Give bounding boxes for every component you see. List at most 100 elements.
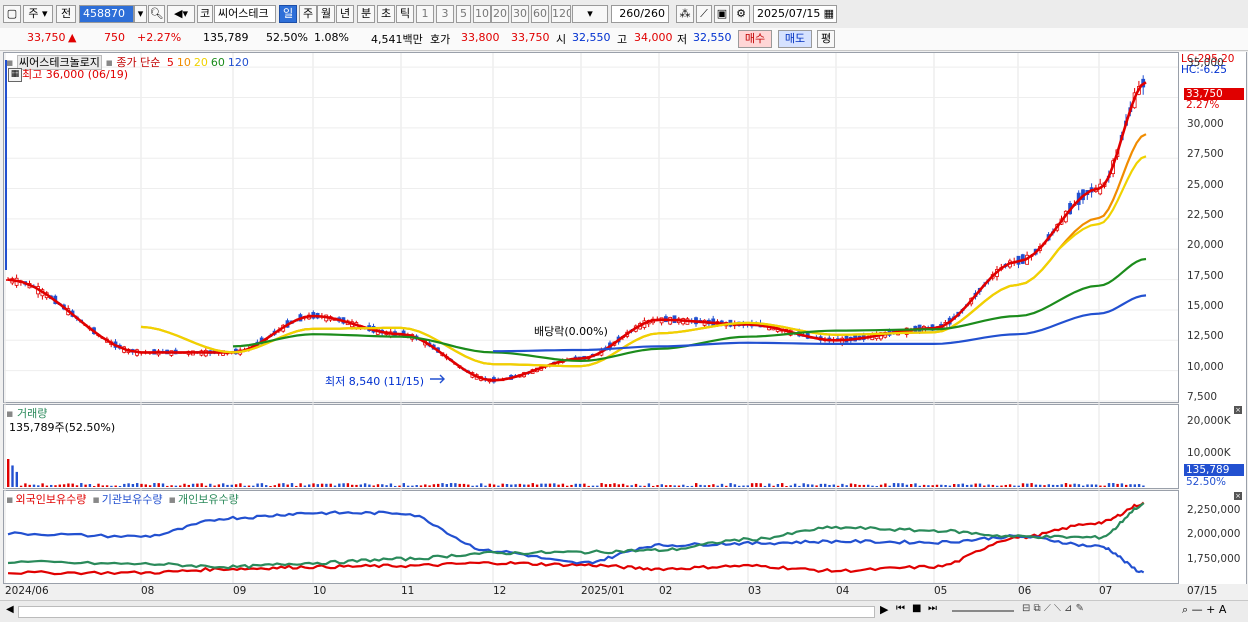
close-icon[interactable]: × [1234, 492, 1242, 500]
holding-y-label: 2,000,000 [1187, 528, 1241, 540]
volume-bar [475, 485, 479, 487]
volume-bar [733, 484, 737, 487]
volume-bar [376, 484, 380, 487]
volume-bar [785, 485, 788, 487]
scroll-right-icon[interactable]: ▶ [880, 603, 888, 616]
volume-bar [634, 483, 638, 487]
dividend-marker-label: 배당락(0.00%) [534, 325, 608, 338]
volume-y-label: 10,000K [1187, 447, 1231, 459]
volume-bar [630, 485, 633, 487]
volume-bar [690, 485, 694, 487]
ma-legend-item[interactable]: 120 [228, 56, 249, 69]
horizontal-scrollbar[interactable] [18, 606, 875, 618]
volume-bar [1000, 485, 1003, 487]
volume-bar [527, 484, 530, 487]
volume-bar [174, 485, 178, 487]
volume-bar [351, 484, 354, 487]
rewind-icon[interactable]: ⏮ [896, 603, 905, 614]
volume-bar [320, 483, 324, 487]
volume-bar [750, 483, 754, 487]
stop-icon[interactable]: ■ [912, 603, 921, 614]
zoom-icon[interactable]: ⌕ — + A [1182, 603, 1226, 617]
volume-bar [845, 485, 848, 487]
volume-bar [488, 483, 491, 487]
volume-bar [905, 484, 909, 487]
volume-bar [535, 484, 539, 487]
volume-current-tag: 135,789 [1184, 464, 1244, 476]
price-y-label: 25,000 [1187, 178, 1224, 191]
volume-bar [247, 485, 251, 487]
volume-bar [815, 485, 818, 487]
ma10-line [140, 133, 1147, 368]
volume-bar [71, 483, 74, 487]
volume-bar [415, 485, 418, 487]
volume-bar [720, 483, 724, 487]
volume-bar [260, 483, 264, 487]
ma-legend-item[interactable]: 20 [194, 56, 208, 69]
ma-legend-item[interactable]: 60 [211, 56, 225, 69]
volume-bar [389, 483, 393, 487]
holding-legend-item[interactable]: 개인보유수량 [178, 493, 239, 506]
volume-bar [591, 485, 595, 487]
ma-legend-item[interactable]: 5 [167, 56, 174, 69]
volume-bar [600, 483, 603, 487]
volume-bar [922, 484, 926, 487]
volume-bar [531, 483, 534, 487]
calendar-icon[interactable]: ▦ [8, 68, 22, 82]
volume-bar [940, 484, 943, 487]
volume-bar [652, 485, 655, 487]
volume-bar [7, 459, 10, 487]
volume-bar [295, 485, 298, 487]
volume-bar [914, 483, 917, 487]
holding-legend-item[interactable]: 기관보유수량 [102, 493, 163, 506]
volume-bar [406, 485, 410, 487]
volume-bar [544, 483, 547, 487]
holding-legend-item[interactable]: 외국인보유수량 [15, 493, 86, 506]
volume-bar [862, 484, 866, 487]
volume-bar [707, 485, 711, 487]
volume-bar [695, 483, 698, 487]
volume-bar [273, 485, 276, 487]
low-marker-label: 최저 8,540 (11/15) [325, 375, 425, 388]
volume-bar [312, 483, 315, 487]
volume-bar [742, 485, 745, 487]
forward-icon[interactable]: ⏭ [928, 603, 937, 614]
volume-bar [303, 485, 307, 487]
volume-bar [1125, 484, 1128, 487]
volume-bar [1056, 484, 1059, 487]
close-icon[interactable]: × [1234, 406, 1242, 414]
volume-bar [1137, 484, 1141, 487]
volume-bar [953, 484, 956, 487]
ma-legend-item[interactable]: 10 [177, 56, 191, 69]
drawing-tools-icon[interactable]: ⊟ ⧉ ⟋ ⟍ ⊿ ✎ [1022, 603, 1084, 614]
volume-bar [1129, 484, 1132, 487]
holding-legend: ▪ 외국인보유수량 ▪ 기관보유수량 ▪ 개인보유수량 [6, 491, 245, 507]
volume-bar [505, 484, 509, 487]
volume-bar [570, 484, 573, 487]
volume-bar [372, 485, 375, 487]
volume-bar [67, 483, 70, 487]
volume-bar [819, 483, 823, 487]
volume-bar [101, 485, 104, 487]
volume-bar [338, 483, 341, 487]
volume-bar [204, 485, 208, 487]
x-axis-label: 2024/06 [5, 585, 49, 597]
volume-bar [811, 484, 814, 487]
volume-bar [781, 483, 784, 487]
volume-bar [497, 485, 500, 487]
holding-y-label: 2,250,000 [1187, 504, 1241, 516]
volume-bar [686, 485, 689, 487]
volume-bar [1107, 483, 1111, 487]
volume-bar [84, 484, 87, 487]
volume-bar [144, 484, 147, 487]
x-axis-label: 04 [836, 585, 850, 597]
volume-bar [1030, 483, 1033, 487]
volume-bar [910, 484, 913, 487]
volume-bar [11, 465, 14, 487]
volume-bar [802, 483, 805, 487]
scroll-left-icon[interactable]: ◀ [6, 604, 14, 615]
volume-bar [798, 485, 801, 487]
volume-bar [467, 484, 470, 487]
zoom-slider[interactable] [952, 610, 1014, 612]
x-axis-label: 07 [1099, 585, 1113, 597]
